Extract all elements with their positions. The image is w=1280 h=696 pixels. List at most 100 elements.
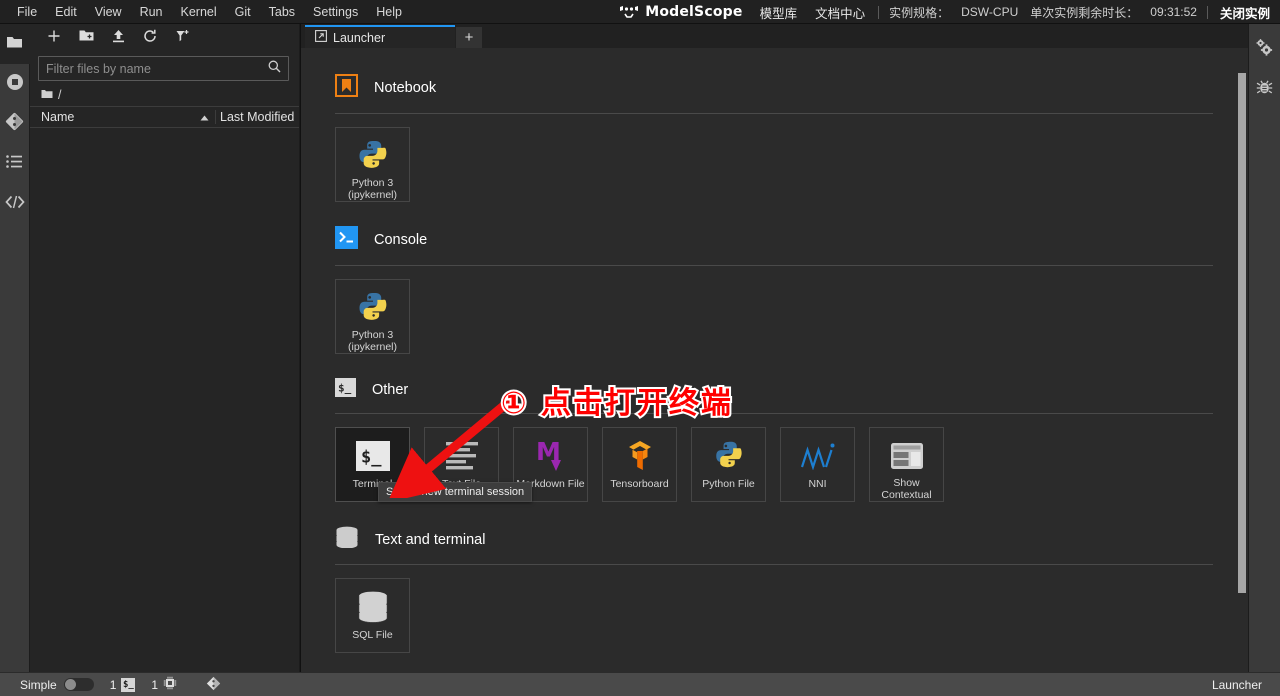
menu-file[interactable]: File — [8, 2, 46, 22]
sidebar-item-property-inspector[interactable] — [1249, 30, 1280, 70]
menu-help[interactable]: Help — [367, 2, 411, 22]
terminal-icon: $_ — [335, 378, 356, 402]
tab-launcher-label: Launcher — [333, 31, 385, 45]
new-folder-button[interactable] — [70, 26, 102, 50]
svg-text:$_: $_ — [338, 382, 352, 395]
new-launcher-button[interactable] — [38, 26, 70, 50]
kernel-count: 1 — [151, 678, 158, 692]
divider — [335, 564, 1213, 565]
right-sidebar-rail — [1248, 24, 1280, 672]
status-bar-context-label: Launcher — [1212, 678, 1280, 692]
card-sql-file[interactable]: SQL File — [335, 578, 410, 653]
launcher-scrollbar[interactable] — [1236, 72, 1248, 672]
menu-edit[interactable]: Edit — [46, 2, 86, 22]
breadcrumb[interactable]: / — [30, 84, 299, 106]
folder-icon — [6, 35, 23, 54]
code-brackets-icon — [5, 195, 25, 214]
modelscope-logo[interactable]: ModelScope — [611, 4, 750, 20]
modelscope-toolbar: ModelScope 模型库 文档中心 实例规格： DSW-CPU 单次实例剩余… — [611, 0, 1280, 24]
card-nni-label: NNI — [781, 479, 854, 491]
bug-icon — [1256, 79, 1273, 101]
annotation-text: ① 点击打开终端 — [501, 378, 733, 422]
sidebar-item-running-sessions[interactable] — [0, 64, 30, 104]
remaining-time-label: 单次实例剩余时长： — [1024, 4, 1144, 21]
tab-launcher[interactable]: Launcher — [305, 25, 455, 48]
status-bar-left: Simple 1 $_ 1 — [0, 676, 221, 694]
python-icon — [355, 289, 391, 326]
modelscope-link-docs[interactable]: 文档中心 — [806, 3, 874, 22]
file-browser-panel: / Name Last Modified — [30, 24, 300, 672]
section-text-terminal-title: Text and terminal — [375, 532, 485, 548]
refresh-button[interactable] — [134, 26, 166, 50]
sidebar-item-debugger[interactable] — [1249, 70, 1280, 110]
other-card-row: $_ Terminal Start a new terminal session — [335, 427, 1248, 502]
tensorboard-icon — [623, 437, 657, 475]
textfile-icon — [444, 437, 480, 475]
scrollbar-thumb[interactable] — [1238, 73, 1246, 593]
filter-files-box[interactable] — [38, 56, 289, 81]
card-python3-console[interactable]: Python 3 (ipykernel) — [335, 279, 410, 354]
main-dock-area: Launcher + Notebook — [301, 24, 1248, 672]
git-status-item[interactable] — [206, 676, 221, 694]
launcher-panel: Notebook Python 3 (ipykernel) — [301, 48, 1248, 672]
menu-settings[interactable]: Settings — [304, 2, 367, 22]
sidebar-item-extension-manager[interactable] — [0, 184, 30, 224]
nni-icon — [800, 437, 836, 475]
upload-button[interactable] — [102, 26, 134, 50]
card-python-file[interactable]: Python File — [691, 427, 766, 502]
folder-icon — [41, 88, 53, 102]
breadcrumb-root[interactable]: / — [58, 88, 61, 102]
card-tensorboard[interactable]: Tensorboard — [602, 427, 677, 502]
menu-tabs[interactable]: Tabs — [260, 2, 304, 22]
show-contextual-icon — [890, 437, 924, 474]
new-checkpoint-button[interactable] — [166, 26, 198, 50]
new-tab-button[interactable]: + — [456, 27, 482, 48]
card-nni[interactable]: NNI — [780, 427, 855, 502]
card-python3-notebook[interactable]: Python 3 (ipykernel) — [335, 127, 410, 202]
svg-text:$_: $_ — [361, 448, 382, 468]
launcher-content: Notebook Python 3 (ipykernel) — [301, 48, 1248, 672]
modelscope-link-models[interactable]: 模型库 — [751, 3, 807, 22]
modelscope-mark-icon — [619, 5, 639, 19]
database-icon — [335, 526, 359, 553]
terminal-icon: $_ — [356, 437, 390, 475]
left-sidebar-rail — [0, 24, 30, 672]
plus-icon — [47, 29, 61, 48]
column-header-name-label: Name — [41, 110, 74, 124]
menu-git[interactable]: Git — [226, 2, 260, 22]
python-icon — [712, 437, 746, 475]
menu-kernel[interactable]: Kernel — [172, 2, 226, 22]
sidebar-item-git[interactable] — [0, 104, 30, 144]
sidebar-item-table-of-contents[interactable] — [0, 144, 30, 184]
menu-run[interactable]: Run — [131, 2, 172, 22]
console-icon — [335, 226, 358, 254]
section-text-terminal-header: Text and terminal — [335, 526, 1248, 553]
kernel-count-item[interactable]: 1 — [151, 676, 177, 693]
list-icon — [6, 155, 23, 173]
git-diamond-icon — [206, 676, 221, 694]
column-header-name[interactable]: Name — [30, 110, 215, 124]
menu-bar: File Edit View Run Kernel Git Tabs Setti… — [0, 0, 1280, 24]
simple-mode-toggle[interactable] — [64, 678, 94, 691]
text-terminal-card-row: SQL File — [335, 578, 1248, 653]
search-input[interactable] — [46, 62, 268, 76]
card-show-contextual[interactable]: Show Contextual — [869, 427, 944, 502]
python-icon — [355, 137, 391, 174]
instance-spec-value: DSW-CPU — [955, 5, 1024, 19]
markdown-icon: M — [535, 437, 567, 475]
card-terminal[interactable]: $_ Terminal Start a new terminal session — [335, 427, 410, 502]
section-notebook-header: Notebook — [335, 74, 1248, 102]
git-diamond-icon — [5, 112, 24, 136]
terminal-count-item[interactable]: 1 $_ — [110, 678, 136, 692]
column-header-last-modified[interactable]: Last Modified — [215, 110, 299, 124]
divider — [1207, 6, 1208, 19]
menu-view[interactable]: View — [86, 2, 131, 22]
database-icon — [356, 588, 390, 626]
section-other-header: $_ Other — [335, 378, 1248, 402]
sidebar-item-file-browser[interactable] — [0, 24, 30, 64]
section-console-header: Console — [335, 226, 1248, 254]
search-icon[interactable] — [268, 60, 281, 78]
card-show-contextual-label: Show Contextual — [870, 478, 943, 501]
filter-plus-icon — [175, 29, 190, 48]
close-instance-button[interactable]: 关闭实例 — [1212, 3, 1280, 22]
